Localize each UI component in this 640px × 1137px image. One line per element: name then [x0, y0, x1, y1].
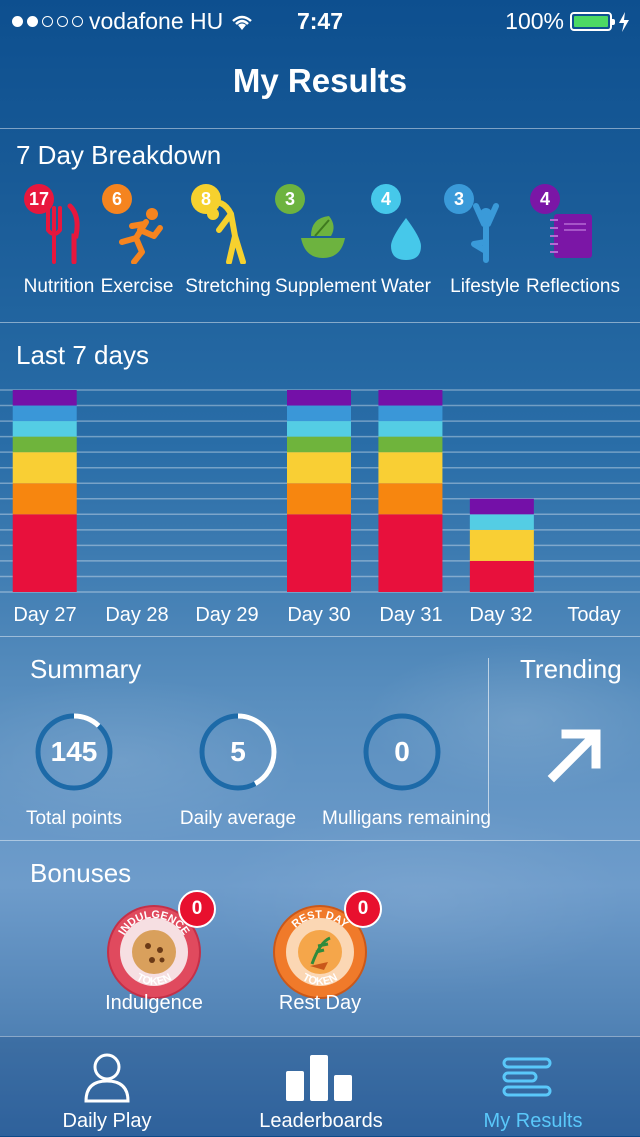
indulgence-label: Indulgence [105, 992, 203, 1014]
chart-bar-segment [378, 421, 443, 437]
chart-bar-segment [12, 390, 77, 406]
chart-bar-segment [378, 452, 443, 484]
chart-bar-segment [12, 452, 77, 484]
token-count-badge: 0 [344, 890, 382, 928]
chart-x-label: Day 28 [105, 604, 169, 626]
chart-x-label: Day 27 [13, 604, 77, 626]
status-bar: vodafone HU 7:47 100% [0, 0, 640, 40]
category-nutrition[interactable]: 17 Nutrition [14, 180, 104, 298]
chart-bar-segment [287, 405, 351, 422]
chart-bar-segment [378, 483, 443, 515]
chart-bar-segment [287, 452, 351, 484]
last7-title: Last 7 days [16, 340, 149, 370]
tab-label: Leaderboards [259, 1110, 383, 1132]
chart-bar-segment [12, 514, 77, 592]
tab-label: My Results [483, 1110, 583, 1132]
category-label: Exercise [100, 276, 174, 297]
chart-bar-segment [12, 436, 77, 453]
category-lifestyle[interactable]: 3 Lifestyle [440, 180, 530, 298]
chart-bar-segment [469, 529, 534, 561]
category-reflections[interactable]: 4 Reflections [526, 180, 620, 298]
category-count-badge: 6 [102, 184, 132, 214]
tab-daily-play[interactable]: Daily Play [0, 1037, 214, 1137]
chart-bar-segment [378, 390, 443, 406]
chart-x-label: Day 31 [379, 604, 443, 626]
summary-title: Summary [30, 654, 142, 684]
category-stretching[interactable]: 8 Stretching [183, 180, 273, 298]
chart-bar-segment [12, 421, 77, 437]
total-points-label: Total points [25, 808, 123, 829]
chart-bar-segment [12, 405, 77, 422]
chart-bar-segment [287, 421, 351, 437]
mulligans-ring[interactable]: 0 [362, 712, 442, 792]
chart-bar-segment [12, 483, 77, 515]
chart-bar-segment [469, 560, 534, 592]
page-title: My Results [232, 62, 408, 99]
rest-day-label: Rest Day [278, 992, 362, 1014]
category-count-badge: 4 [371, 184, 401, 214]
category-label: Nutrition [23, 276, 95, 297]
tab-bar: Daily Play Leaderboards My Results [0, 1036, 640, 1137]
category-supplement[interactable]: 3 Supplement [275, 180, 377, 298]
tab-leaderboards[interactable]: Leaderboards [214, 1037, 428, 1137]
chart-x-label: Day 29 [195, 604, 259, 626]
chart-bar-segment [378, 436, 443, 453]
bonuses-title: Bonuses [30, 858, 132, 888]
divider [0, 128, 640, 129]
daily-average-label: Daily average [179, 808, 297, 829]
category-label: Water [381, 276, 431, 297]
chart-x-label: Day 32 [469, 604, 533, 626]
chart-bar-segment [378, 514, 443, 592]
chart-x-label: Today [567, 604, 621, 626]
trending-title: Trending [520, 654, 622, 684]
last7-bar-chart [0, 389, 640, 593]
battery-icon [570, 12, 615, 31]
breakdown-title: 7 Day Breakdown [16, 140, 222, 170]
total-points-value: 145 [50, 736, 98, 767]
chart-x-label: Day 30 [287, 604, 351, 626]
bar-chart-icon [286, 1055, 352, 1101]
category-count-badge: 3 [275, 184, 305, 214]
token-count-badge: 0 [178, 890, 216, 928]
divider [0, 840, 640, 841]
chart-bar-segment [287, 436, 351, 453]
daily-average-value: 5 [230, 736, 246, 767]
category-count-badge: 17 [24, 184, 54, 214]
chart-bar-segment [287, 514, 351, 592]
category-water[interactable]: 4 Water [361, 180, 451, 298]
charging-bolt-icon [619, 11, 629, 32]
rest-day-token[interactable]: REST DAY TOKEN 0 [272, 890, 382, 1000]
tab-label: Daily Play [62, 1110, 152, 1132]
chart-bar-segment [378, 405, 443, 422]
indulgence-token[interactable]: INDULGENCE TOKEN 0 [106, 890, 216, 1000]
divider [0, 322, 640, 323]
daily-average-ring[interactable]: 5 [198, 712, 278, 792]
chart-bar-segment [287, 390, 351, 406]
category-label: Lifestyle [450, 276, 520, 297]
vertical-divider [488, 658, 489, 818]
category-count-badge: 3 [444, 184, 474, 214]
total-points-ring[interactable]: 145 [34, 712, 114, 792]
category-label: Stretching [185, 276, 271, 297]
category-count-badge: 8 [191, 184, 221, 214]
divider [0, 636, 640, 637]
results-lines-icon [502, 1057, 552, 1097]
tab-my-results[interactable]: My Results [426, 1037, 640, 1137]
mulligans-value: 0 [394, 736, 410, 767]
chart-bar-segment [469, 514, 534, 530]
category-count-badge: 4 [530, 184, 560, 214]
category-label: Reflections [526, 276, 620, 297]
mulligans-label: Mulligans remaining [322, 808, 491, 829]
person-icon [84, 1053, 130, 1103]
category-label: Supplement [275, 276, 377, 297]
arrow-up-right-icon [547, 729, 601, 783]
chart-bar-segment [287, 483, 351, 515]
battery-percent: 100% [505, 8, 564, 34]
category-exercise[interactable]: 6 Exercise [92, 180, 182, 298]
chart-bar-segment [469, 498, 534, 515]
